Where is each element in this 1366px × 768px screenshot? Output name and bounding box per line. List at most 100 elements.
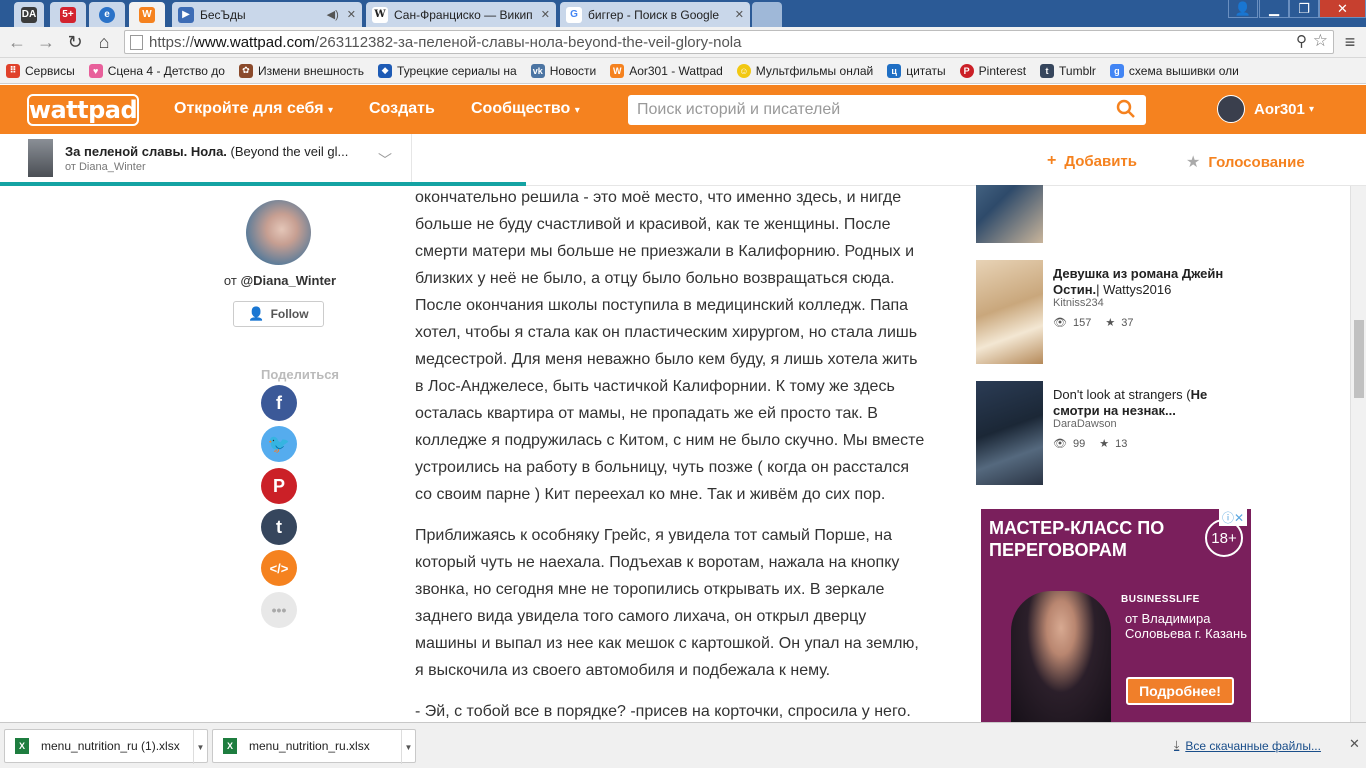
- author-avatar[interactable]: [246, 200, 311, 265]
- heart-icon: ♥: [88, 63, 103, 78]
- search-input[interactable]: Поиск историй и писателей: [628, 95, 1146, 125]
- embed-icon: </>: [269, 560, 289, 576]
- close-icon[interactable]: ✕: [735, 8, 744, 21]
- add-button[interactable]: + Добавить: [1047, 152, 1137, 170]
- bookmarks-bar: ⠿ Сервисы ♥ Сцена 4 - Детство до ✿ Измени в…: [0, 58, 1366, 84]
- zoom-icon[interactable]: ⚲: [1296, 32, 1307, 50]
- bookmark-cartoons[interactable]: ☺ Мультфильмы онлай: [736, 63, 873, 78]
- ad-cta-button[interactable]: Подробнее!: [1126, 677, 1234, 705]
- story-cover[interactable]: [28, 139, 53, 177]
- recommendation-item[interactable]: [976, 185, 1251, 243]
- advertisement[interactable]: МАСТЕР-КЛАСС ПО ПЕРЕГОВОРАМ 18+ ⓘ✕ BUSIN…: [981, 509, 1251, 723]
- bookmark-pinterest[interactable]: P Pinterest: [959, 63, 1026, 78]
- facebook-icon: f: [276, 392, 282, 413]
- pinterest-share-button[interactable]: P: [261, 468, 297, 504]
- window-close-button[interactable]: ✕: [1319, 0, 1366, 18]
- profile-icon[interactable]: 👤: [1228, 0, 1258, 18]
- pinned-tab-e[interactable]: e: [89, 2, 125, 27]
- plus-icon: +: [1047, 152, 1057, 169]
- author-handle[interactable]: @Diana_Winter: [240, 273, 336, 288]
- reload-icon[interactable]: ↻: [64, 31, 86, 53]
- chevron-down-icon[interactable]: ﹀: [378, 150, 392, 170]
- tumblr-share-button[interactable]: t: [261, 509, 297, 545]
- bookmark-makeover[interactable]: ✿ Измени внешность: [238, 63, 364, 78]
- twitter-icon: 🐦: [267, 433, 291, 454]
- download-icon: ⤓: [1174, 738, 1180, 752]
- tab-google-search[interactable]: G биггер - Поиск в Google ✕: [560, 2, 750, 27]
- nav-community[interactable]: Сообщество ▾: [471, 100, 580, 118]
- drop-icon: ◆: [378, 63, 393, 78]
- close-icon[interactable]: ✕: [347, 8, 356, 21]
- story-header: За пеленой славы. Нола. (Beyond the veil…: [0, 134, 1366, 186]
- menu-icon[interactable]: ≡: [1339, 31, 1361, 53]
- maximize-button[interactable]: ❐: [1289, 0, 1319, 18]
- ad-close-icon[interactable]: ⓘ✕: [1218, 509, 1247, 526]
- search-icon[interactable]: [1116, 99, 1136, 119]
- pinned-tab-wattpad[interactable]: W: [129, 2, 165, 27]
- new-tab-button[interactable]: [752, 2, 782, 27]
- story-author[interactable]: от Diana_Winter: [65, 161, 146, 173]
- story-paragraph: окончательно решила - это моё место, что…: [415, 189, 925, 503]
- back-icon[interactable]: ←: [6, 31, 28, 53]
- eye-icon: 👁: [1053, 438, 1067, 450]
- wattpad-logo[interactable]: wattpad: [27, 94, 139, 126]
- star-icon[interactable]: ☆: [1313, 31, 1328, 51]
- all-downloads-link[interactable]: ⤓ Все скачанные файлы...: [1174, 738, 1321, 753]
- recommendation-item[interactable]: Девушка из романа Джейн Остин.| Wattys20…: [976, 260, 1251, 365]
- audio-icon[interactable]: ◀): [327, 8, 339, 21]
- bookmark-tumblr[interactable]: t Tumblr: [1040, 63, 1096, 78]
- recommendation-author[interactable]: Kitniss234: [1053, 297, 1104, 309]
- pinned-tab-5plus[interactable]: 5+: [50, 2, 86, 27]
- story-title[interactable]: За пеленой славы. Нола. (Beyond the veil…: [65, 144, 375, 159]
- chevron-down-icon: ▾: [1309, 103, 1315, 115]
- recommendation-title[interactable]: Девушка из романа Джейн Остин.| Wattys20…: [1053, 266, 1243, 298]
- vote-button[interactable]: ★ Голосование: [1186, 152, 1305, 172]
- home-icon[interactable]: ⌂: [93, 31, 115, 53]
- wikipedia-icon: W: [372, 6, 388, 23]
- recommendation-item[interactable]: Don't look at strangers (Не смотри на не…: [976, 381, 1251, 486]
- close-icon[interactable]: ✕: [541, 8, 550, 21]
- facebook-share-button[interactable]: f: [261, 385, 297, 421]
- bookmark-quotes[interactable]: ц цитаты: [887, 63, 946, 78]
- recommendation-title[interactable]: Don't look at strangers (Не смотри на не…: [1053, 387, 1243, 419]
- bookmark-services[interactable]: ⠿ Сервисы: [6, 63, 75, 78]
- divider: [411, 134, 412, 186]
- tab-san-francisco[interactable]: W Сан-Франциско — Викип ✕: [366, 2, 556, 27]
- bookmark-news[interactable]: vk Новости: [530, 63, 596, 78]
- bookmark-wattpad[interactable]: W Aor301 - Wattpad: [610, 63, 723, 78]
- embed-share-button[interactable]: </>: [261, 550, 297, 586]
- add-user-icon: 👤: [248, 306, 265, 321]
- nav-create[interactable]: Создать: [369, 100, 435, 118]
- page-scrollbar[interactable]: [1350, 186, 1366, 722]
- star-icon: ★: [1099, 438, 1110, 450]
- download-item[interactable]: X menu_nutrition_ru (1).xlsx ▼: [4, 729, 208, 764]
- ad-subtitle: от Владимира Соловьева г. Казань: [1125, 611, 1247, 641]
- twitter-share-button[interactable]: 🐦: [261, 426, 297, 462]
- scrollbar-thumb[interactable]: [1354, 320, 1364, 398]
- minimize-button[interactable]: ▁: [1259, 0, 1289, 18]
- recommendation-author[interactable]: DaraDawson: [1053, 418, 1117, 430]
- pinned-tab-da[interactable]: DA: [14, 2, 44, 27]
- pinterest-icon: P: [272, 475, 285, 496]
- forward-icon[interactable]: →: [35, 31, 57, 53]
- google-icon: G: [566, 6, 582, 23]
- bookmark-turkish-series[interactable]: ◆ Турецкие сериалы на: [378, 63, 517, 78]
- url-path: /263112382-за-пеленой-славы-нола-beyond-…: [314, 33, 742, 51]
- close-icon[interactable]: ✕: [1349, 736, 1360, 752]
- chevron-down-icon[interactable]: ▼: [401, 730, 415, 764]
- chevron-down-icon[interactable]: ▼: [193, 730, 207, 764]
- story-thumbnail: [976, 260, 1043, 364]
- nav-discover[interactable]: Откройте для себя ▾: [174, 100, 333, 118]
- tab-besedy[interactable]: ▶ БесЪды ◀) ✕: [172, 2, 362, 27]
- downloads-bar: X menu_nutrition_ru (1).xlsx ▼ X menu_nu…: [0, 722, 1366, 768]
- play-icon: ▶: [178, 6, 194, 23]
- more-share-button[interactable]: •••: [261, 592, 297, 628]
- download-item[interactable]: X menu_nutrition_ru.xlsx ▼: [212, 729, 416, 764]
- bookmark-embroidery[interactable]: g схема вышивки оли: [1109, 63, 1239, 78]
- bookmark-scene4[interactable]: ♥ Сцена 4 - Детство до: [88, 63, 225, 78]
- avatar: [1217, 95, 1245, 123]
- address-bar[interactable]: https://www.wattpad.com/263112382-за-пел…: [124, 30, 1334, 54]
- author-byline: от @Diana_Winter: [223, 273, 337, 288]
- follow-button[interactable]: 👤 Follow: [233, 301, 324, 327]
- user-menu[interactable]: Aor301 ▾: [1217, 95, 1314, 123]
